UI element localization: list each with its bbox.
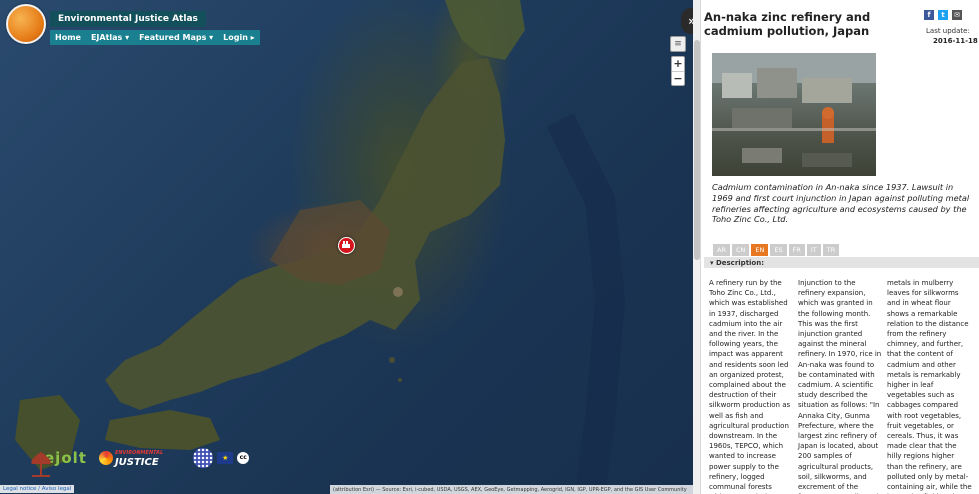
case-summary: Cadmium contamination in An-naka since 1… — [712, 182, 970, 225]
lang-tab-es[interactable]: ES — [770, 244, 787, 256]
description-column-1: A refinery run by the Toho Zinc Co., Ltd… — [709, 279, 791, 494]
tree-logo-icon[interactable] — [28, 448, 54, 478]
nav-ejatlas[interactable]: EJAtlas ▾ — [86, 30, 134, 45]
partner-logos: ejolt ENVIRONMENTAL JUSTICE ★ cc — [28, 448, 250, 477]
share-buttons: f t ✉ — [924, 10, 966, 20]
description-column-2: Injunction to the refinery expansion, wh… — [798, 279, 882, 494]
email-icon[interactable]: ✉ — [952, 10, 962, 20]
creative-commons-icon[interactable]: cc — [237, 452, 250, 464]
main-nav: Home EJAtlas ▾ Featured Maps ▾ Login ▸ — [50, 30, 260, 45]
description-column-3: metals in mulberry leaves for silkworms … — [887, 279, 972, 494]
lang-tab-cn[interactable]: CN — [731, 244, 750, 256]
zoom-in-button[interactable]: + — [672, 57, 684, 71]
zoom-out-button[interactable]: − — [672, 71, 684, 85]
lang-tab-fr[interactable]: FR — [788, 244, 805, 256]
app-title[interactable]: Environmental Justice Atlas — [50, 11, 206, 27]
lang-tab-ar[interactable]: AR — [713, 244, 730, 256]
case-title: An-naka zinc refinery and cadmium pollut… — [704, 10, 871, 38]
ej-swirl-icon — [98, 451, 113, 465]
lang-tab-it[interactable]: IT — [806, 244, 821, 256]
app-header: Environmental Justice Atlas Home EJAtlas… — [6, 4, 260, 45]
layers-icon[interactable]: ≡ — [670, 36, 686, 52]
language-tabs: AR CN EN ES FR IT TR — [713, 244, 841, 256]
description-body: A refinery run by the Toho Zinc Co., Ltd… — [709, 278, 979, 494]
nav-login[interactable]: Login ▸ — [218, 30, 260, 45]
case-photo[interactable] — [712, 53, 876, 176]
factory-icon[interactable] — [338, 237, 355, 254]
map-attribution: (attribution Esri) — Source: Esri, i-cub… — [330, 485, 693, 494]
lang-tab-tr[interactable]: TR — [822, 244, 840, 256]
nav-home[interactable]: Home — [50, 30, 86, 45]
panel-scrollbar[interactable] — [693, 0, 701, 494]
legal-notice-link[interactable]: Legal notice / Aviso legal — [0, 485, 75, 493]
map-view[interactable]: Environmental Justice Atlas Home EJAtlas… — [0, 0, 693, 494]
twitter-icon[interactable]: t — [938, 10, 948, 20]
dots-logo-icon[interactable] — [193, 448, 214, 468]
last-update-date: 2016-11-18 — [933, 37, 978, 45]
refinery-photo-image — [712, 53, 876, 167]
nav-featured-maps[interactable]: Featured Maps ▾ — [134, 30, 218, 45]
ejatlas-logo-icon[interactable] — [6, 4, 46, 44]
description-header[interactable]: ▾ Description: — [704, 257, 979, 268]
case-detail-panel: An-naka zinc refinery and cadmium pollut… — [693, 0, 979, 494]
eu-flag-icon[interactable]: ★ — [217, 452, 234, 464]
environmental-justice-logo[interactable]: ENVIRONMENTAL JUSTICE — [98, 449, 163, 468]
last-update-label: Last update: — [926, 27, 970, 35]
facebook-icon[interactable]: f — [924, 10, 934, 20]
zoom-control: + − — [671, 56, 685, 86]
scrollbar-thumb[interactable] — [694, 40, 700, 260]
lang-tab-en[interactable]: EN — [751, 244, 769, 256]
